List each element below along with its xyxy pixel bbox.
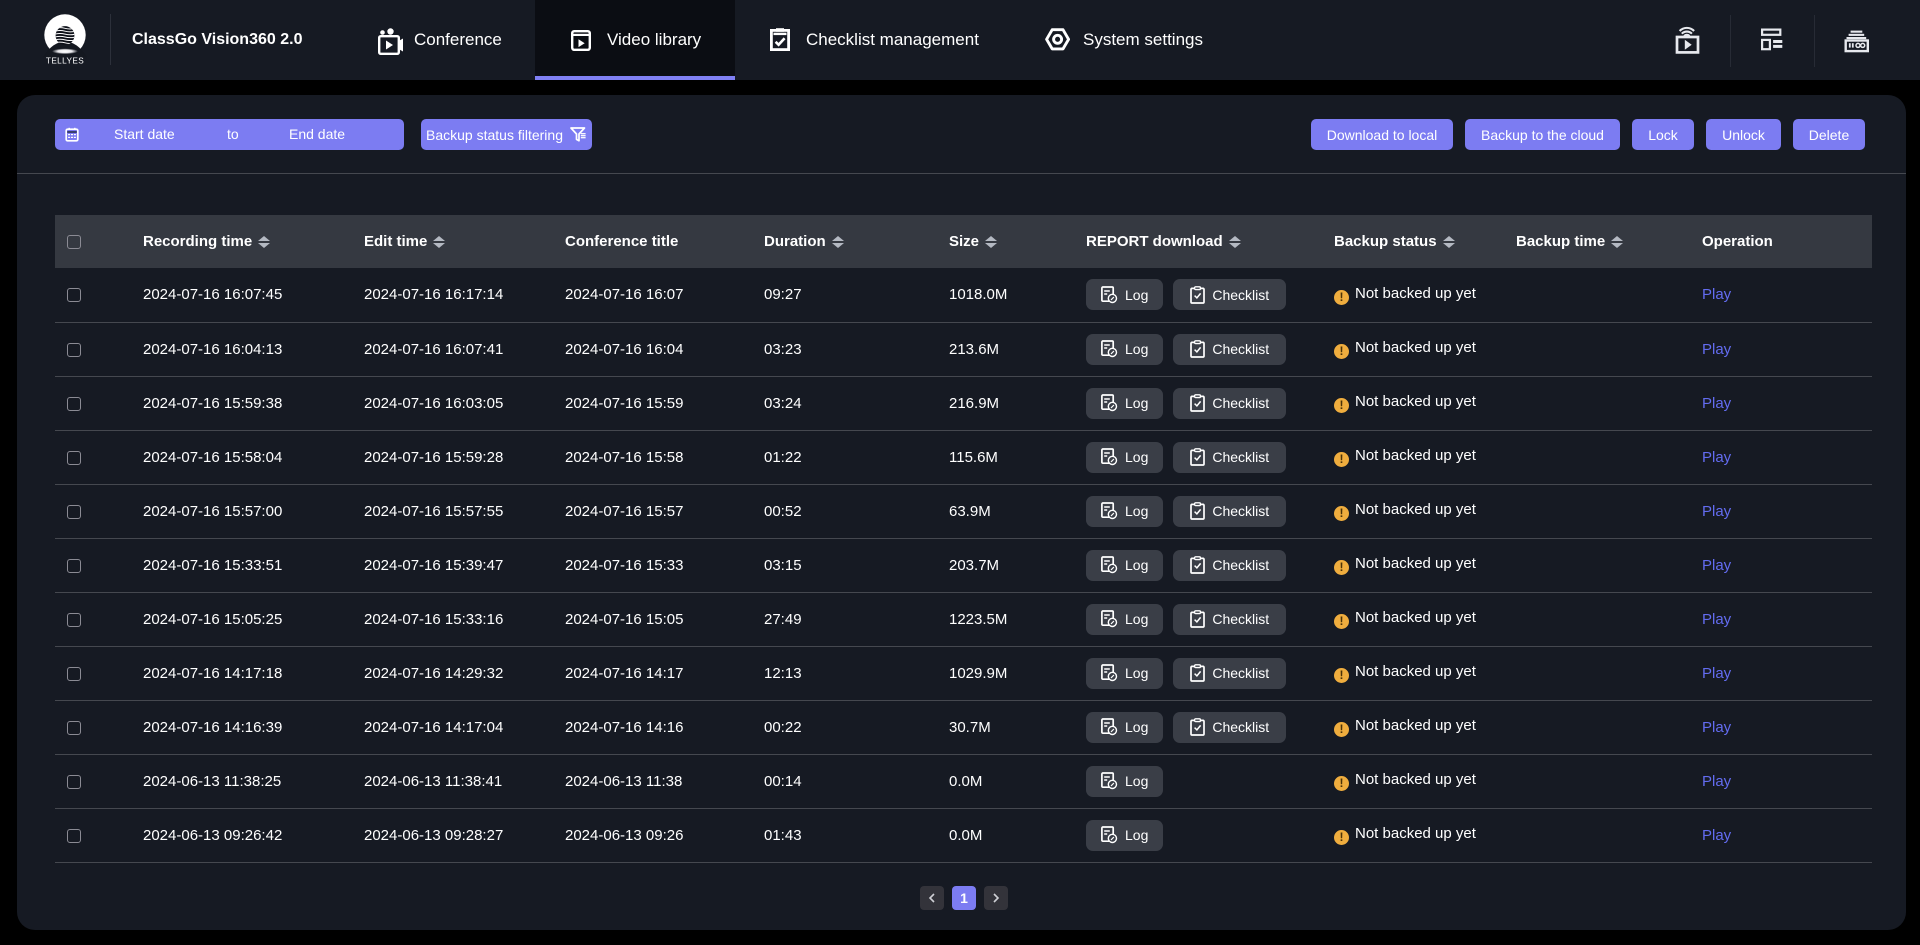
svg-text:TELLYES: TELLYES	[46, 57, 84, 66]
